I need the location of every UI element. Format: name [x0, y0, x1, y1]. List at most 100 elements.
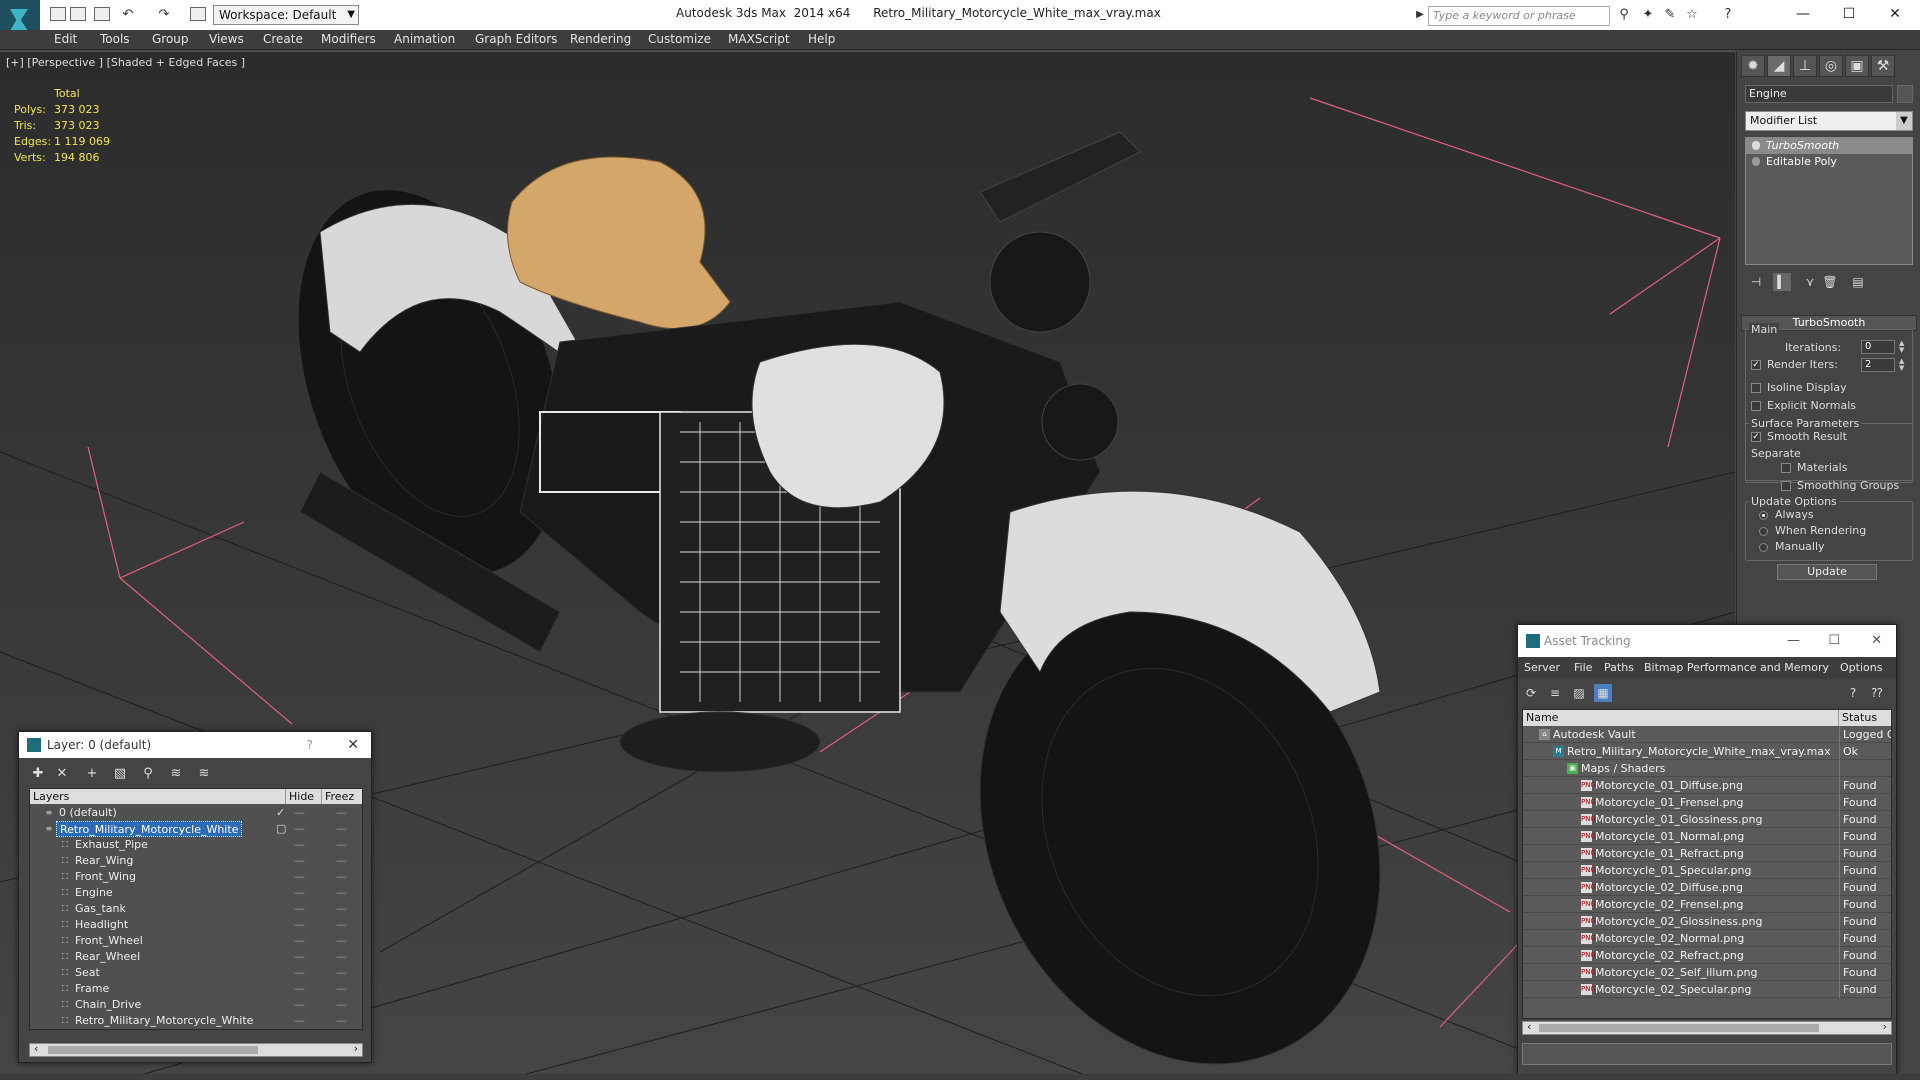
table-view-icon[interactable]: ▦ — [1594, 684, 1612, 702]
binoculars-icon[interactable]: ⚲ — [1616, 8, 1632, 22]
render-iters-checkbox[interactable]: ✓ — [1751, 360, 1761, 370]
asset-row[interactable]: ⌂Autodesk Vault Logged Out — [1523, 726, 1891, 743]
hide-toggle-icon[interactable]: — — [294, 965, 305, 981]
freeze-toggle-icon[interactable]: — — [336, 901, 347, 917]
layer-row[interactable]: ⛶ Chain_Drive — — — [30, 997, 362, 1013]
smooth-result-checkbox[interactable]: ✓ — [1751, 432, 1761, 442]
show-end-result-icon[interactable]: ▍ — [1773, 273, 1791, 291]
column-status[interactable]: Status — [1839, 710, 1891, 726]
asset-row[interactable]: PNG Motorcycle_01_Normal.png Found — [1523, 828, 1891, 845]
current-layer-icon[interactable]: ✓ — [276, 805, 285, 821]
asset-dialog-titlebar[interactable]: Asset Tracking — ☐ ✕ — [1518, 625, 1896, 657]
layer-row[interactable]: ⛶ Front_Wheel — — — [30, 933, 362, 949]
modifier-list-dropdown[interactable]: Modifier List ▼ — [1745, 111, 1913, 131]
layer-row[interactable]: ⛶ Retro_Military_Motorcycle_White — — — [30, 1013, 362, 1029]
asset-list[interactable]: Name Status ⌂Autodesk VaultLogged OutMRe… — [1522, 709, 1892, 1019]
asset-menu-options[interactable]: Options — [1840, 661, 1882, 674]
asset-menu-paths[interactable]: Paths — [1604, 661, 1634, 674]
redo-icon[interactable]: ↷ — [156, 8, 172, 22]
freeze-toggle-icon[interactable]: — — [336, 965, 347, 981]
freeze-toggle-icon[interactable]: — — [336, 869, 347, 885]
motion-tab-icon[interactable]: ◎ — [1819, 55, 1843, 77]
update-manually-radio[interactable] — [1759, 543, 1768, 552]
scroll-left-icon[interactable]: ‹ — [1527, 1020, 1531, 1033]
hide-toggle-icon[interactable]: — — [294, 853, 305, 869]
asset-row[interactable]: PNG Motorcycle_02_Normal.png Found — [1523, 930, 1891, 947]
project-folder-icon[interactable] — [190, 7, 206, 21]
minimize-icon[interactable]: — — [1787, 625, 1800, 657]
spinner-arrows-icon[interactable]: ▲ ▼ — [1899, 340, 1907, 354]
asset-row[interactable]: PNG Motorcycle_01_Glossiness.png Found — [1523, 811, 1891, 828]
modify-tab-icon[interactable]: ◢ — [1767, 55, 1791, 77]
asset-row[interactable]: PNG Motorcycle_02_Diffuse.png Found — [1523, 879, 1891, 896]
create-layer-icon[interactable]: ✚ — [29, 765, 47, 783]
smoothing-groups-checkbox[interactable] — [1781, 481, 1791, 491]
freeze-toggle-icon[interactable]: — — [336, 917, 347, 933]
scroll-right-icon[interactable]: › — [1883, 1020, 1887, 1033]
plus-expand-icon[interactable] — [1752, 157, 1760, 166]
scroll-right-icon[interactable]: › — [354, 1042, 358, 1055]
remove-modifier-icon[interactable]: 🗑 — [1821, 273, 1839, 291]
asset-horizontal-scrollbar[interactable]: ‹ › — [1522, 1020, 1892, 1035]
layer-row[interactable]: ⛶ Engine — — — [30, 885, 362, 901]
layer-row[interactable]: ⛶ Front_Wing — — — [30, 869, 362, 885]
freeze-toggle-icon[interactable]: — — [336, 885, 347, 901]
asset-menu-bitmap-performance[interactable]: Bitmap Performance and Memory — [1644, 661, 1829, 674]
freeze-toggle-icon[interactable]: — — [336, 853, 347, 869]
workspace-dropdown[interactable]: Workspace: Default ▼ — [213, 5, 359, 25]
scroll-thumb[interactable] — [48, 1046, 258, 1054]
close-icon[interactable]: ✕ — [347, 732, 359, 758]
asset-row[interactable]: PNG Motorcycle_02_Specular.png Found — [1523, 981, 1891, 998]
search-expand-icon[interactable]: ▶ — [1412, 8, 1428, 22]
asset-row[interactable]: PNG Motorcycle_02_Refract.png Found — [1523, 947, 1891, 964]
menu-rendering[interactable]: Rendering — [570, 32, 631, 46]
utilities-tab-icon[interactable]: ⚒ — [1871, 55, 1895, 77]
asset-row[interactable]: PNG Motorcycle_01_Specular.png Found — [1523, 862, 1891, 879]
layer-row[interactable]: ⛶ Headlight — — — [30, 917, 362, 933]
undo-icon[interactable]: ↶ — [120, 8, 136, 22]
freeze-toggle-icon[interactable]: — — [336, 1013, 347, 1029]
display-tab-icon[interactable]: ▣ — [1845, 55, 1869, 77]
spinner-arrows-icon[interactable]: ▲ ▼ — [1899, 358, 1907, 372]
close-icon[interactable]: ✕ — [1871, 625, 1882, 657]
asset-row[interactable]: M Retro_Military_Motorcycle_White_max_vra… — [1523, 743, 1891, 760]
hide-toggle-icon[interactable]: — — [294, 885, 305, 901]
close-button[interactable]: ✕ — [1872, 2, 1918, 26]
object-name-field[interactable]: Engine — [1745, 85, 1893, 103]
asset-menu-server[interactable]: Server — [1524, 661, 1560, 674]
menu-maxscript[interactable]: MAXScript — [728, 32, 790, 46]
stack-item-editable-poly[interactable]: Editable Poly — [1746, 154, 1912, 170]
configure-sets-icon[interactable]: ▤ — [1849, 273, 1867, 291]
layer-row[interactable]: ⛶ Seat — — — [30, 965, 362, 981]
object-color-swatch[interactable] — [1897, 85, 1913, 103]
column-layers[interactable]: Layers — [30, 789, 286, 804]
open-file-icon[interactable] — [70, 7, 86, 21]
communication-icon[interactable]: ✎ — [1662, 8, 1678, 22]
modifier-stack[interactable]: TurboSmooth Editable Poly — [1745, 137, 1913, 265]
maximize-icon[interactable]: ☐ — [1828, 625, 1840, 657]
minimize-button[interactable]: — — [1780, 2, 1826, 26]
pin-stack-icon[interactable]: ⊣ — [1747, 273, 1765, 291]
highlight-layer-icon[interactable]: ⚲ — [139, 765, 157, 783]
menu-help[interactable]: Help — [808, 32, 835, 46]
help-icon[interactable]: ? — [1720, 8, 1736, 22]
layer-row[interactable]: ⛶ Gas_tank — — — [30, 901, 362, 917]
menu-tools[interactable]: Tools — [100, 32, 130, 46]
render-iters-spinner[interactable]: 2 — [1861, 358, 1895, 372]
layer-row[interactable]: ⛶ Frame — — — [30, 981, 362, 997]
hierarchy-tab-icon[interactable]: ⊥ — [1793, 55, 1817, 77]
asset-row[interactable]: ▣ Maps / Shaders — [1523, 760, 1891, 777]
asset-row[interactable]: PNG Motorcycle_02_Glossiness.png Found — [1523, 913, 1891, 930]
hide-toggle-icon[interactable]: — — [294, 805, 305, 821]
select-objects-icon[interactable]: ▧ — [111, 765, 129, 783]
asset-row[interactable]: PNG Motorcycle_02_Frensel.png Found — [1523, 896, 1891, 913]
update-when-rendering-radio[interactable] — [1759, 527, 1768, 536]
new-file-icon[interactable] — [50, 7, 66, 21]
layer-row[interactable]: ⛶ Rear_Wheel — — — [30, 949, 362, 965]
help-icon[interactable]: ? — [1844, 684, 1862, 702]
hide-toggle-icon[interactable]: — — [294, 837, 305, 853]
layer-row[interactable]: ⛶ Exhaust_Pipe — — — [30, 837, 362, 853]
column-hide[interactable]: Hide — [286, 789, 322, 804]
lightbulb-icon[interactable] — [1752, 141, 1760, 150]
menu-create[interactable]: Create — [263, 32, 303, 46]
